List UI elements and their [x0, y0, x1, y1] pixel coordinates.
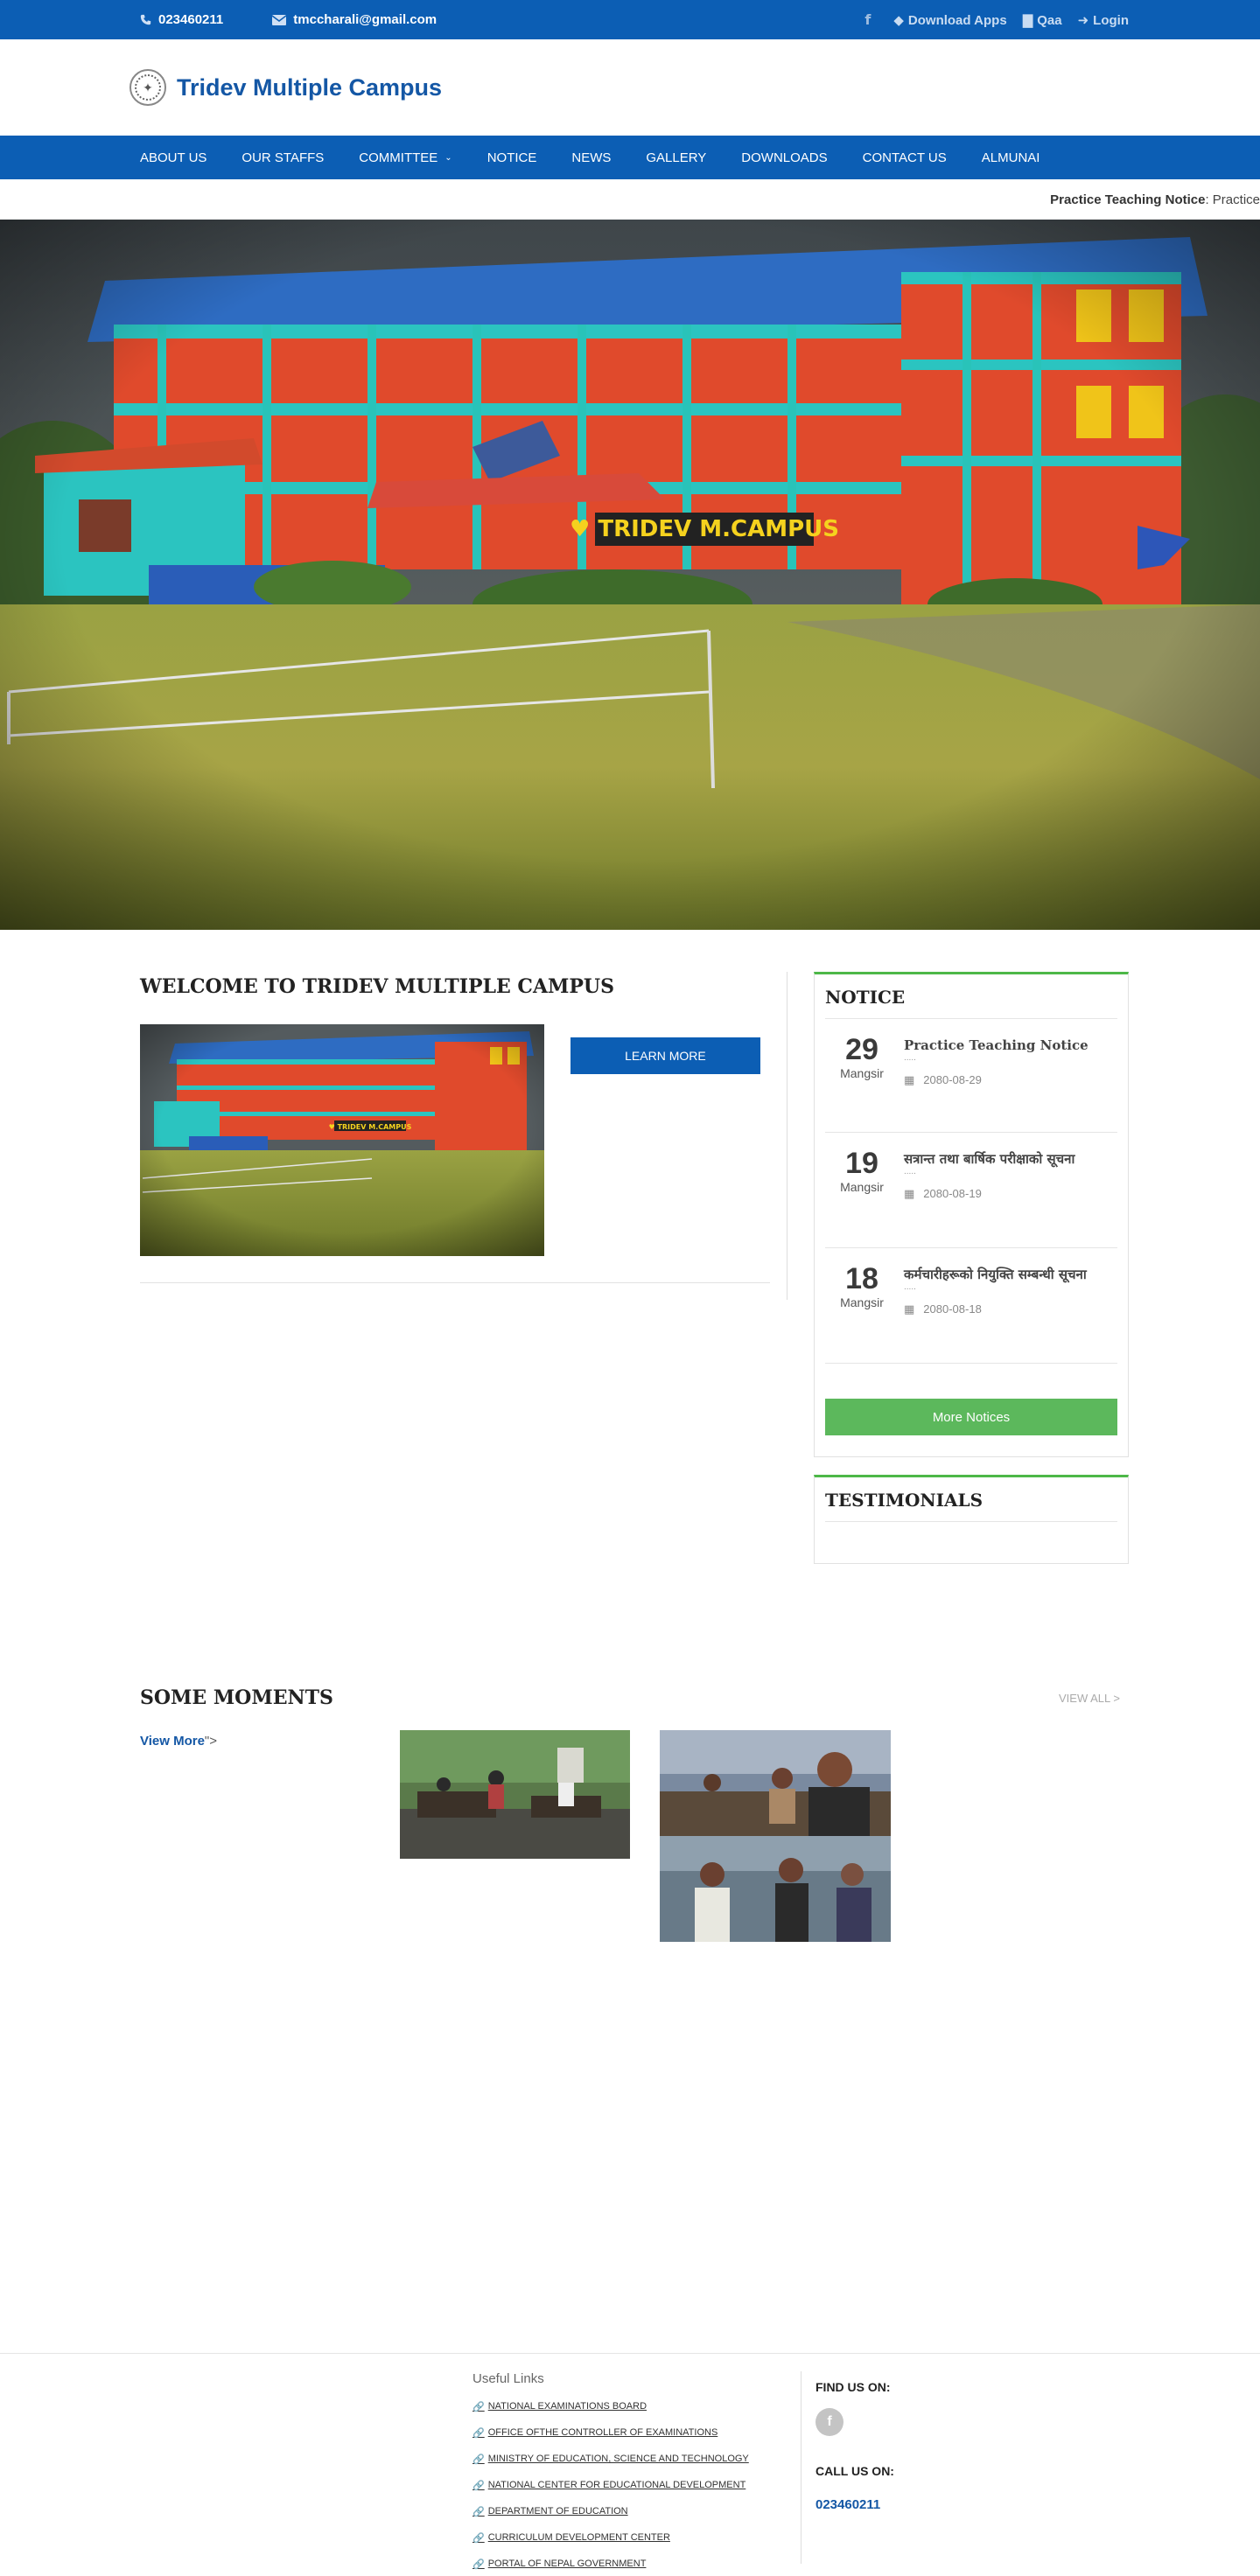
call-us-title: CALL US ON:	[816, 2464, 894, 2478]
notice-title[interactable]: Practice Teaching Notice	[904, 1037, 1117, 1056]
nav-news[interactable]: NEWS	[554, 136, 628, 179]
moments-section: SOME MOMENTS VIEW ALL > View More">	[0, 1686, 1260, 1942]
campus-logo[interactable]: ✦	[130, 69, 166, 106]
view-all-link[interactable]: VIEW ALL >	[1059, 1692, 1120, 1705]
top-bar: 023460211 tmccharali@gmail.com f ◆ Downlo…	[0, 0, 1260, 39]
topbar-email[interactable]: tmccharali@gmail.com	[272, 12, 437, 27]
login-link[interactable]: ➜ Login	[1078, 12, 1129, 28]
nav-downloads[interactable]: DOWNLOADS	[724, 136, 844, 179]
testimonials-widget: TESTIMONIALS	[814, 1475, 1129, 1564]
footer-link[interactable]: 🔗 MINISTRY OF EDUCATION, SCIENCE AND TECH…	[472, 2446, 796, 2472]
nav-notice[interactable]: NOTICE	[470, 136, 555, 179]
link-icon: 🔗	[472, 2532, 485, 2544]
facebook-icon[interactable]: f	[864, 11, 871, 28]
main-nav: ABOUT US OUR STAFFS COMMITTEE ⌄ NOTICE NE…	[0, 136, 1260, 179]
hero-banner: ♥ TRIDEV M.CAMPUS	[0, 220, 1260, 930]
nav-almunai[interactable]: ALMUNAI	[964, 136, 1058, 179]
nav-contact-us[interactable]: CONTACT US	[845, 136, 964, 179]
nav-gallery[interactable]: GALLERY	[628, 136, 724, 179]
calendar-icon: ▦	[904, 1072, 915, 1086]
main-section: WELCOME TO TRIDEV MULTIPLE CAMPUS LEARN …	[0, 930, 1260, 1564]
notice-title[interactable]: सत्रान्त तथा बार्षिक परीक्षाको सूचना	[904, 1150, 1117, 1169]
download-apps-link[interactable]: ◆ Download Apps	[893, 12, 1006, 28]
login-icon: ➜	[1077, 12, 1089, 28]
calendar-icon: ▦	[904, 1186, 915, 1200]
file-icon: ▇	[1022, 12, 1033, 28]
link-icon: 🔗	[472, 2559, 485, 2570]
find-us-title: FIND US ON:	[816, 2380, 891, 2394]
testimonials-title: TESTIMONIALS	[825, 1477, 1117, 1522]
moments-title: SOME MOMENTS	[140, 1686, 333, 1709]
notice-title[interactable]: कर्मचारीहरूको नियुक्ति सम्बन्धी सूचना	[904, 1266, 1117, 1285]
footer-link[interactable]: 🔗 CURRICULUM DEVELOPMENT CENTER	[472, 2524, 796, 2551]
ticker-item[interactable]: Practice Teaching Notice : Practice	[1050, 179, 1260, 220]
footer-link[interactable]: 🔗 PORTAL OF NEPAL GOVERNMENT	[472, 2551, 796, 2576]
useful-links: Useful Links 🔗 NATIONAL EXAMINATIONS BOAR…	[472, 2371, 796, 2576]
link-icon: 🔗	[472, 2427, 485, 2439]
footer-link[interactable]: 🔗 DEPARTMENT OF EDUCATION	[472, 2498, 796, 2524]
footer-link[interactable]: 🔗 NATIONAL EXAMINATIONS BOARD	[472, 2393, 796, 2419]
calendar-icon: ▦	[904, 1302, 915, 1316]
site-title[interactable]: Tridev Multiple Campus	[177, 74, 442, 101]
notice-item[interactable]: 29 Mangsir Practice Teaching Notice ....…	[825, 1019, 1117, 1133]
news-ticker: Practice Teaching Notice : Practice	[0, 179, 1260, 220]
diamond-icon: ◆	[893, 12, 904, 28]
hero-campus-image: ♥ TRIDEV M.CAMPUS	[0, 220, 1260, 930]
moment-photo[interactable]	[400, 1730, 630, 1859]
chevron-down-icon: ⌄	[444, 152, 452, 163]
footer: Useful Links 🔗 NATIONAL EXAMINATIONS BOAR…	[0, 2353, 1260, 2576]
view-more-link[interactable]: View More">	[140, 1730, 400, 1942]
welcome-title: WELCOME TO TRIDEV MULTIPLE CAMPUS	[140, 975, 614, 998]
notice-item[interactable]: 19 Mangsir सत्रान्त तथा बार्षिक परीक्षाक…	[825, 1133, 1117, 1248]
qaa-link[interactable]: ▇ Qaa	[1023, 12, 1062, 28]
site-header: ✦ Tridev Multiple Campus	[0, 39, 1260, 136]
nav-our-staffs[interactable]: OUR STAFFS	[224, 136, 341, 179]
learn-more-button[interactable]: LEARN MORE	[570, 1037, 760, 1074]
nav-about-us[interactable]: ABOUT US	[131, 136, 224, 179]
notice-widget: NOTICE 29 Mangsir Practice Teaching Noti…	[814, 972, 1129, 1457]
notice-widget-title: NOTICE	[825, 974, 1117, 1019]
useful-links-title: Useful Links	[472, 2371, 544, 2386]
notice-date: 19 Mangsir	[840, 1147, 884, 1194]
divider	[140, 1282, 770, 1283]
footer-phone[interactable]: 023460211	[816, 2497, 894, 2512]
nav-committee[interactable]: COMMITTEE ⌄	[341, 136, 469, 179]
sidebar: NOTICE 29 Mangsir Practice Teaching Noti…	[814, 972, 1129, 1564]
link-icon: 🔗	[472, 2506, 485, 2517]
moment-photo[interactable]	[660, 1730, 891, 1942]
footer-link[interactable]: 🔗 OFFICE OFTHE CONTROLLER OF EXAMINATIONS	[472, 2419, 796, 2446]
link-icon: 🔗	[472, 2401, 485, 2412]
welcome-campus-image: ♥ TRIDEV M.CAMPUS	[140, 1024, 544, 1256]
footer-link[interactable]: 🔗 NATIONAL CENTER FOR EDUCATIONAL DEVELOP…	[472, 2472, 796, 2498]
notice-date: 18 Mangsir	[840, 1262, 884, 1309]
notice-item[interactable]: 18 Mangsir कर्मचारीहरूको नियुक्ति सम्बन्…	[825, 1248, 1117, 1364]
footer-contact: FIND US ON: f CALL US ON: 023460211	[801, 2371, 894, 2564]
link-icon: 🔗	[472, 2480, 485, 2491]
more-notices-button[interactable]: More Notices	[825, 1399, 1117, 1435]
topbar-phone[interactable]: 023460211	[140, 12, 223, 27]
emblem-icon: ✦	[135, 74, 161, 101]
notice-date: 29 Mangsir	[840, 1033, 884, 1080]
link-icon: 🔗	[472, 2454, 485, 2465]
welcome-section: WELCOME TO TRIDEV MULTIPLE CAMPUS LEARN …	[131, 972, 788, 1300]
facebook-icon[interactable]: f	[816, 2408, 844, 2436]
envelope-icon	[272, 14, 287, 25]
phone-icon	[140, 14, 151, 25]
